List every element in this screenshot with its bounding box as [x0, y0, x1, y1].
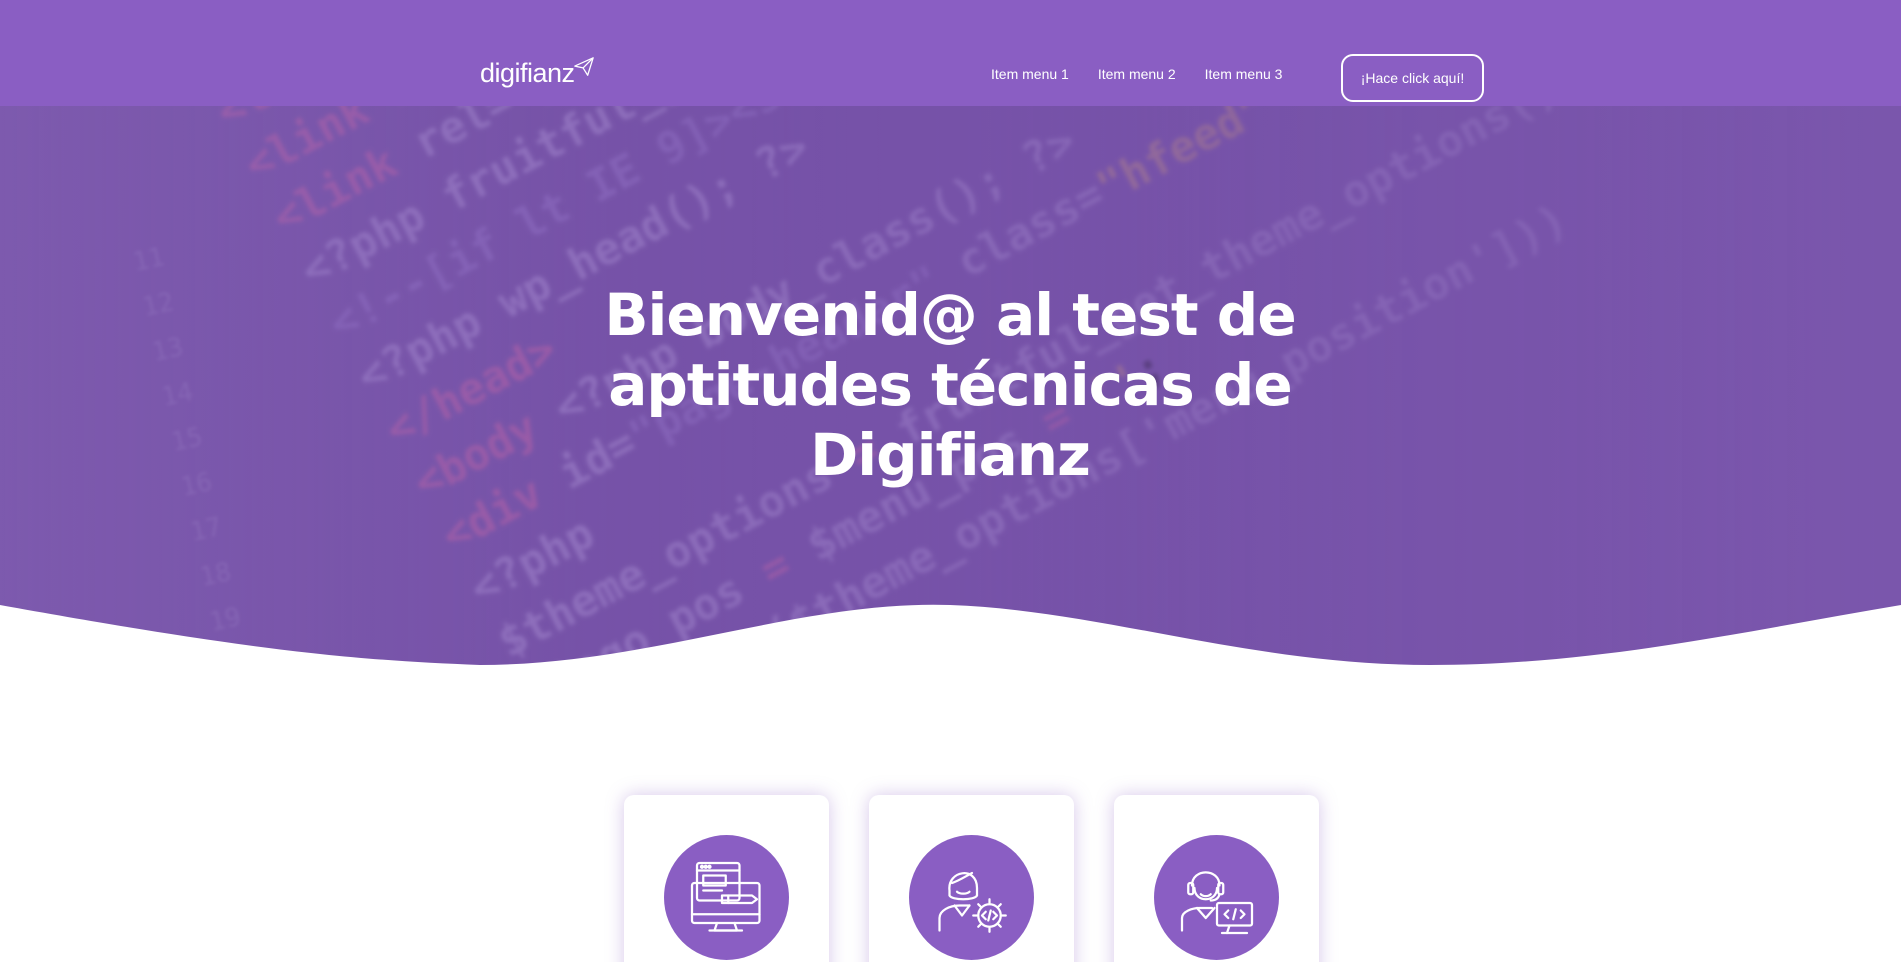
paper-plane-icon — [573, 57, 594, 76]
feature-card-web-design[interactable] — [624, 795, 829, 962]
card-icon-circle — [909, 835, 1034, 960]
brand-logo[interactable]: digifianz — [480, 57, 595, 88]
hero-headline: Bienvenid@ al test de aptitudes técnicas… — [604, 281, 1296, 489]
web-design-monitor-icon — [690, 861, 761, 932]
developer-man-monitor-code-icon — [1180, 870, 1253, 934]
feature-card-developer-woman[interactable] — [869, 795, 1074, 962]
card-icon-circle — [1154, 835, 1279, 960]
main-menu: Item menu 1 Item menu 2 Item menu 3 — [991, 66, 1282, 82]
nav-item-menu-2[interactable]: Item menu 2 — [1098, 66, 1176, 82]
hero-wave-divider — [0, 604, 1901, 710]
nav-item-menu-1[interactable]: Item menu 1 — [991, 66, 1069, 82]
features-cards — [624, 795, 1319, 962]
developer-woman-code-gear-icon — [937, 871, 1007, 933]
top-navbar: digifianz Item menu 1 Item menu 2 Item m… — [0, 0, 1901, 106]
cta-button[interactable]: ¡Hace click aquí! — [1341, 54, 1484, 102]
nav-item-menu-3[interactable]: Item menu 3 — [1205, 66, 1283, 82]
feature-card-developer-man[interactable] — [1114, 795, 1319, 962]
landing-page: <meta name="viewport" <title><?php wp_ti… — [0, 0, 1901, 962]
card-icon-circle — [664, 835, 789, 960]
brand-logo-text: digifianz — [480, 58, 575, 88]
